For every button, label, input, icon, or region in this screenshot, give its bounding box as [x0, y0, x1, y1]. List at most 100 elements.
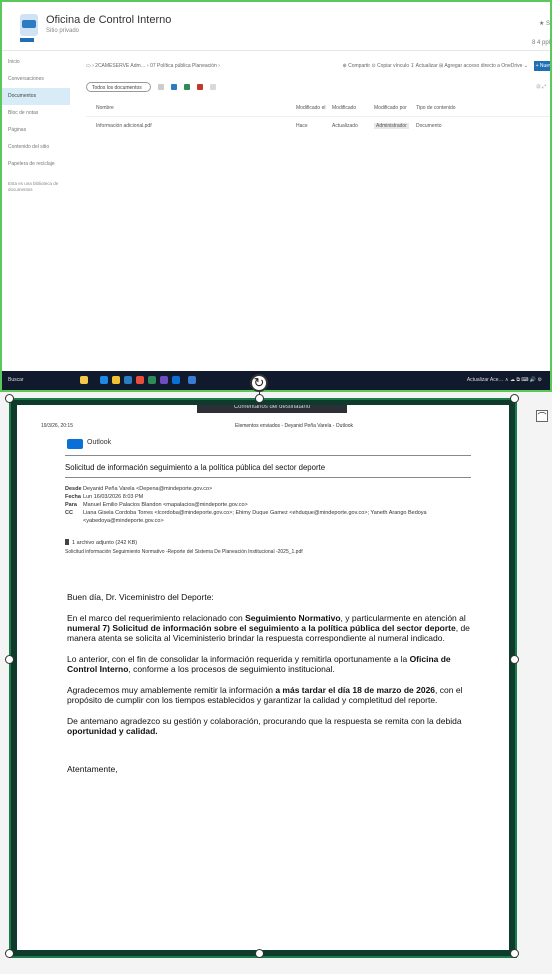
rotate-handle-icon[interactable]: ↻	[250, 374, 268, 392]
file-name[interactable]: Información adicional.pdf	[96, 123, 152, 129]
nav-item[interactable]: Contenido del sitio	[2, 139, 70, 156]
site-subtitle: Sitio privado	[46, 28, 80, 34]
excel-app-icon[interactable]	[148, 376, 156, 384]
word-icon[interactable]	[171, 84, 177, 90]
layout-options-icon[interactable]: ⌒	[536, 410, 548, 422]
view-filter-pill[interactable]: Todos los documentos	[86, 82, 151, 92]
resize-handle-s[interactable]	[255, 949, 264, 958]
email-meta: Desde Deyanid Peña Varela <Depena@mindepo…	[65, 485, 475, 525]
resize-handle-ne[interactable]	[510, 394, 519, 403]
text-run: , conforme a los procesos de seguimiento…	[128, 664, 335, 674]
text-run: Seguimiento Normativo	[245, 613, 341, 623]
site-logo-icon	[20, 14, 38, 36]
column-header[interactable]: Modificado por	[374, 105, 407, 111]
new-button[interactable]: + Nuevo	[534, 61, 550, 71]
column-header[interactable]: Modificado	[332, 105, 356, 111]
resize-handle-n[interactable]	[255, 394, 264, 403]
attachment-count: 1 archivo adjunto (242 KB)	[65, 539, 137, 546]
nav-item[interactable]: Bloc de notas	[2, 105, 70, 122]
teams-icon[interactable]	[160, 376, 168, 384]
breadcrumb[interactable]: ▭ › 2CAMESERVE Adm… › 07 Política públic…	[86, 63, 220, 69]
email-body: Buen día, Dr. Viceministro del Deporte: …	[67, 592, 473, 785]
text-run: oportunidad y calidad.	[67, 726, 158, 736]
nav-note: Esta es una biblioteca de documentos	[8, 181, 59, 192]
outlook-logo-icon	[67, 439, 83, 449]
cc-label: CC	[65, 510, 73, 516]
excel-icon[interactable]	[184, 84, 190, 90]
email-subject: Solicitud de información seguimiento a l…	[65, 463, 326, 472]
divider	[65, 477, 471, 478]
to-value: Manuel Emilio Palacios Blandon <mapalaci…	[83, 502, 248, 508]
nav-item[interactable]: Documentos	[2, 88, 70, 105]
outlook-name: Outlook	[87, 439, 112, 446]
divider	[65, 455, 471, 456]
body-paragraph-4: De antemano agradezco su gestión y colab…	[67, 716, 473, 736]
attachment-icon	[65, 539, 69, 545]
logo-bar	[20, 38, 34, 42]
site-title[interactable]: Oficina de Control Interno	[46, 14, 171, 26]
text-run: a más tardar el día 18 de marzo de 2026	[275, 685, 436, 695]
folder-icon[interactable]	[112, 376, 120, 384]
text-run: Lo anterior, con el fin de consolidar la…	[67, 654, 410, 664]
list-item[interactable]: Información adicional.pdf Hace Actualiza…	[86, 120, 550, 134]
column-header[interactable]: Tipo de contenido	[416, 105, 456, 111]
text-run: Agradecemos muy amablemente remitir la i…	[67, 685, 276, 695]
edge-icon[interactable]	[124, 376, 132, 384]
system-tray[interactable]: Actualizar Ace… ∧ ☁ ⧉ ⌨ 🔊 ⚙	[467, 377, 542, 383]
greeting: Buen día, Dr. Viceministro del Deporte:	[67, 592, 214, 602]
text-run: numeral 7) Solicitud de información sobr…	[67, 623, 456, 633]
resize-handle-sw[interactable]	[5, 949, 14, 958]
command-bar: ▭ › 2CAMESERVE Adm… › 07 Política públic…	[86, 61, 550, 74]
closing: Atentamente,	[67, 764, 118, 774]
cc-value: Liana Gisela Cordoba Torres <lcordoba@mi…	[83, 510, 427, 524]
chrome-icon[interactable]	[136, 376, 144, 384]
print-tab: Comentarios del destinatario	[197, 405, 347, 413]
attachment-count-text: 1 archivo adjunto (242 KB)	[72, 540, 138, 546]
nav-item[interactable]: Papelera de reciclaje	[2, 156, 70, 173]
print-date: 19/3/26, 20:15	[41, 423, 73, 429]
members-button[interactable]: 8 4 ppl	[532, 40, 550, 46]
file-type: Documento	[416, 123, 442, 129]
date-value: Lun 16/03/2026 8:03 PM	[83, 494, 144, 500]
command-actions[interactable]: ⊕ Compartir ⊙ Copiar vínculo ↧ Actualiza…	[343, 63, 528, 69]
print-header: Elementos enviados - Deyanid Peña Varela…	[235, 423, 354, 429]
weather-icon[interactable]	[80, 376, 88, 384]
resize-handle-e[interactable]	[510, 655, 519, 664]
column-header[interactable]: Nombre	[96, 105, 114, 111]
list-header: Nombre Modificado el Modificado Modifica…	[86, 102, 550, 117]
start-icon[interactable]	[100, 376, 108, 384]
body-paragraph-1: En el marco del requerimiento relacionad…	[67, 613, 473, 643]
more-icon[interactable]	[210, 84, 216, 90]
column-header[interactable]: Modificado el	[296, 105, 325, 111]
nav-item[interactable]: Conversaciones	[2, 71, 70, 88]
date-label: Fecha	[65, 494, 81, 500]
text-run: De antemano agradezco su gestión y colab…	[67, 716, 462, 726]
resize-handle-nw[interactable]	[5, 394, 14, 403]
body-paragraph-2: Lo anterior, con el fin de consolidar la…	[67, 654, 473, 674]
outlook-app-icon[interactable]	[172, 376, 180, 384]
resize-handle-se[interactable]	[510, 949, 519, 958]
view-options[interactable]: ⊡ ⤢	[536, 84, 546, 90]
nav-item[interactable]: Inicio	[2, 54, 70, 71]
word-app-icon[interactable]	[188, 376, 196, 384]
from-label: Desde	[65, 486, 82, 492]
from-value: Deyanid Peña Varela <Depena@mindeporte.g…	[83, 486, 213, 492]
attachment-name: Solicitud información Seguimiento Normat…	[65, 549, 303, 555]
file-modified: Hace	[296, 123, 308, 129]
file-modified-by: Actualizado	[332, 123, 358, 129]
file-author: Administrador	[374, 123, 409, 129]
taskbar-search[interactable]: Buscar	[8, 377, 24, 383]
body-paragraph-3: Agradecemos muy amablemente remitir la i…	[67, 685, 473, 705]
pdf-icon[interactable]	[197, 84, 203, 90]
text-run: , y particularmente en atención al	[340, 613, 466, 623]
follow-button[interactable]: ★ S	[539, 20, 550, 27]
filter-chips	[158, 82, 216, 92]
sharepoint-screenshot[interactable]: Oficina de Control Interno Sitio privado…	[0, 0, 552, 392]
text-run: En el marco del requerimiento relacionad…	[67, 613, 246, 623]
resize-handle-w[interactable]	[5, 655, 14, 664]
side-panel	[528, 392, 552, 974]
nav-item[interactable]: Páginas	[2, 122, 70, 139]
outlook-print-page: Comentarios del destinatario 19/3/26, 20…	[17, 405, 509, 950]
close-icon[interactable]	[158, 84, 164, 90]
to-label: Para	[65, 502, 77, 508]
